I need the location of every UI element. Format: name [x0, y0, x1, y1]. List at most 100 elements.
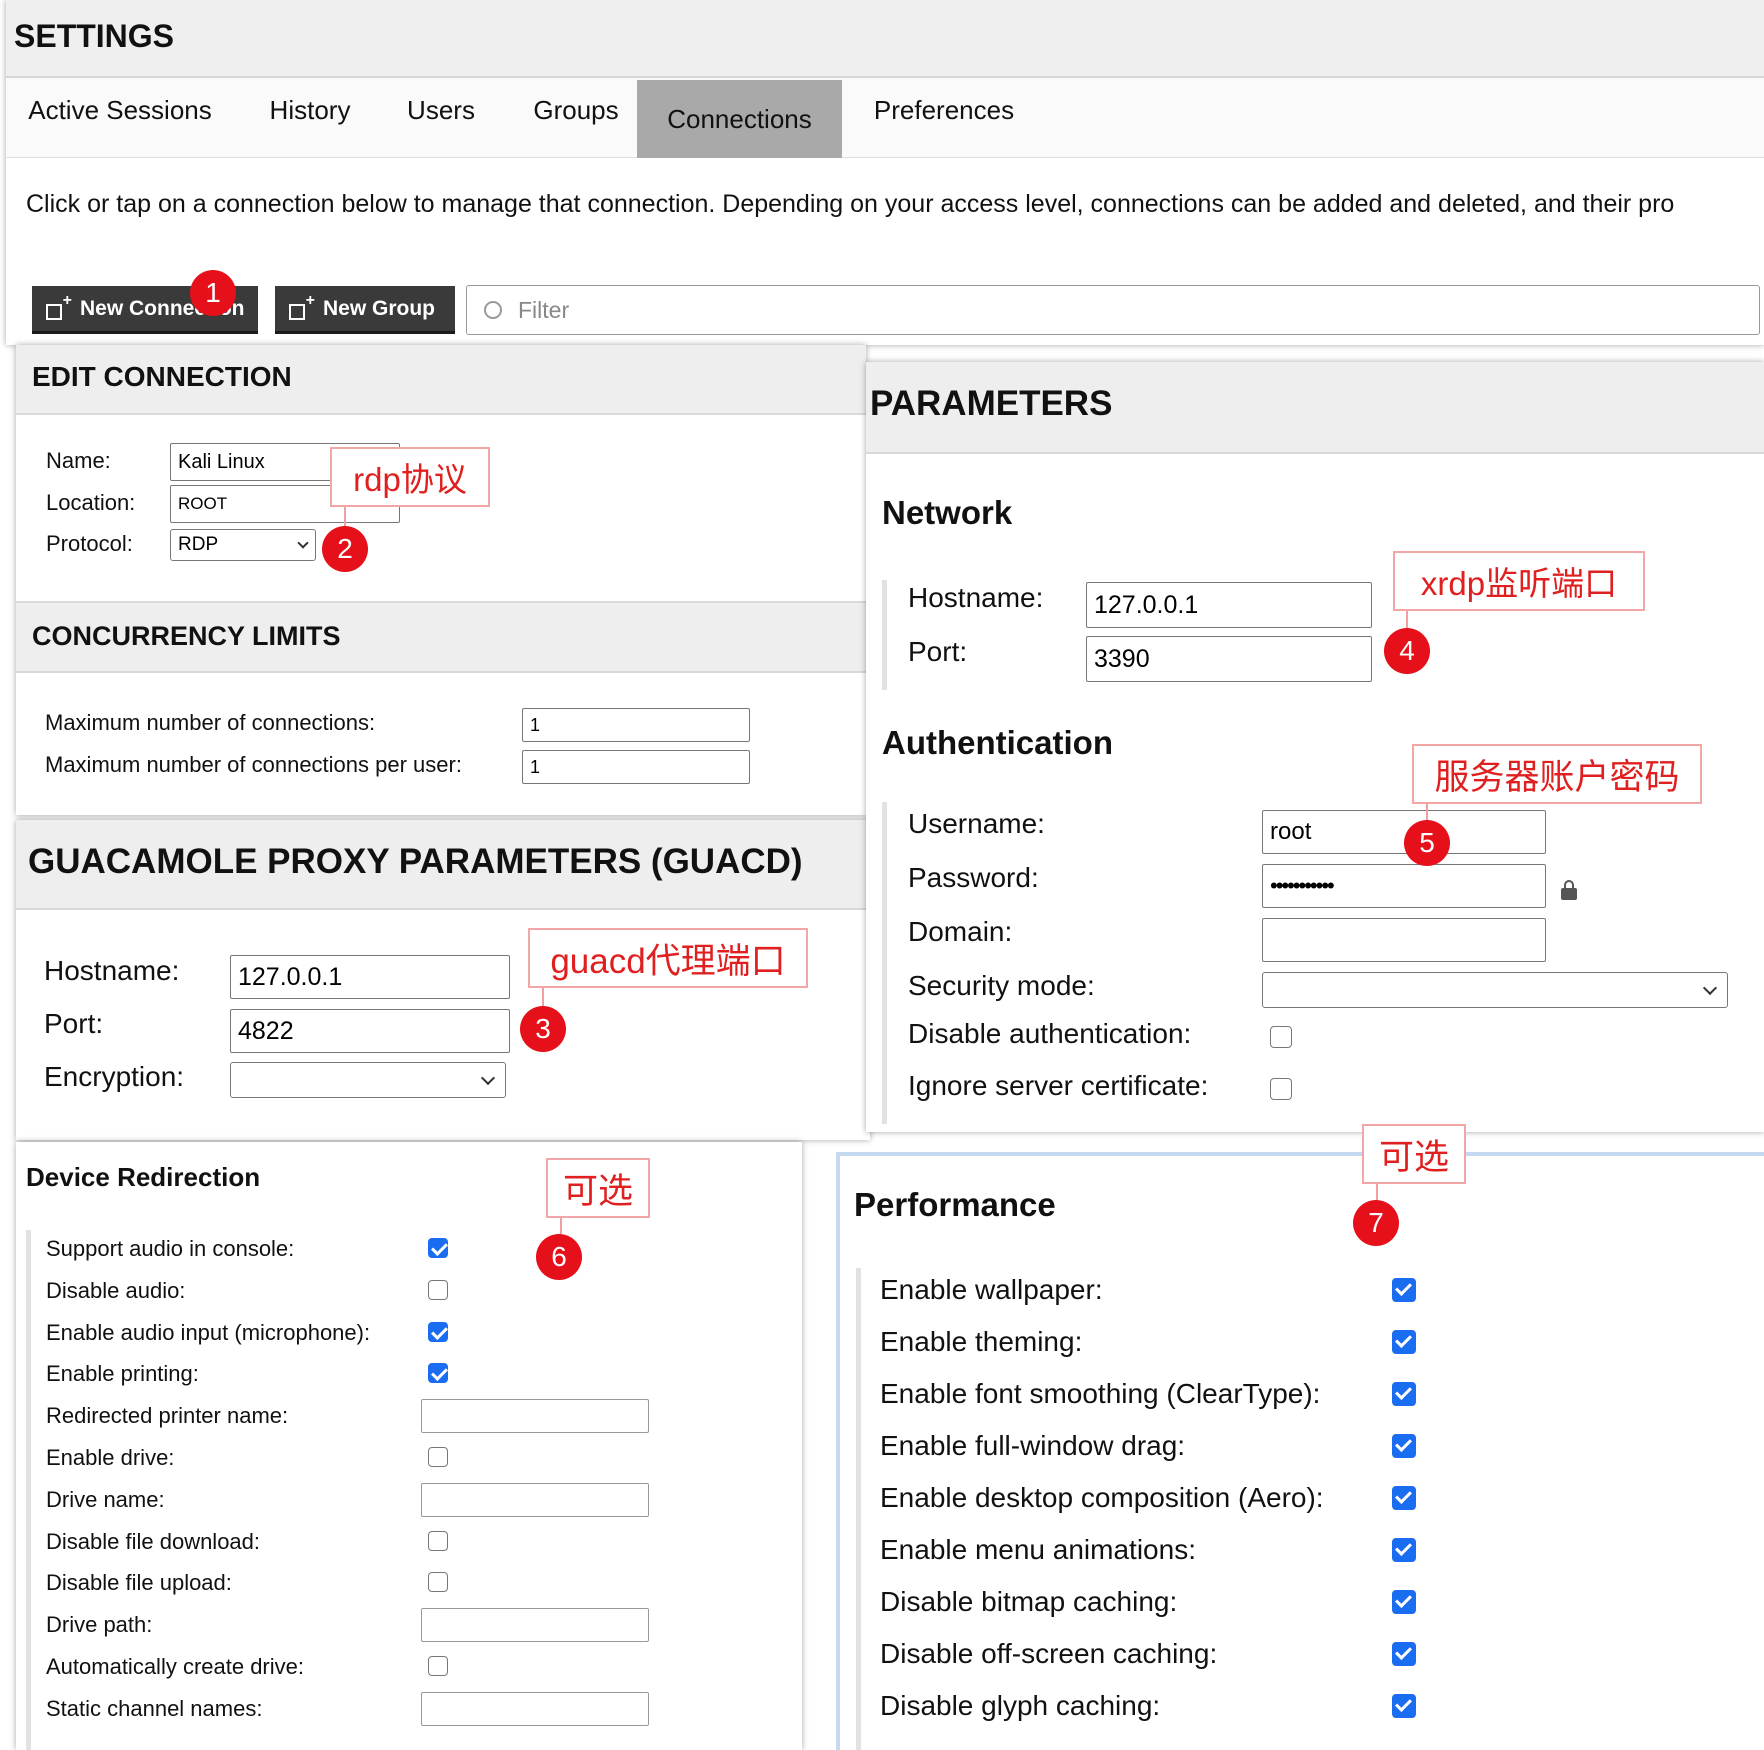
performance-title: Performance: [854, 1186, 1056, 1223]
tab-active-sessions[interactable]: Active Sessions: [20, 75, 220, 145]
tab-users[interactable]: Users: [396, 75, 486, 145]
device-option-label: Drive path:: [46, 1612, 153, 1638]
annotation-guacd-port: guacd代理端口: [528, 928, 808, 988]
device-option-label: Redirected printer name:: [46, 1403, 289, 1429]
auth-group-bar: [882, 802, 887, 1124]
annotation-badge-6: 6: [536, 1234, 582, 1280]
device-option-checkbox[interactable]: [428, 1363, 448, 1384]
annotation-xrdp-port: xrdp监听端口: [1393, 551, 1645, 611]
annotation-badge-3: 3: [520, 1006, 566, 1052]
filter-input[interactable]: Filter: [466, 285, 1760, 335]
max-connections-label: Maximum number of connections:: [45, 710, 376, 735]
guacd-header: GUACAMOLE PROXY PARAMETERS (GUACD): [16, 820, 870, 910]
port-field[interactable]: 3390: [1086, 636, 1372, 682]
settings-panel: SETTINGS Active Sessions History Users G…: [6, 0, 1764, 345]
performance-option-checkbox[interactable]: [1392, 1434, 1416, 1458]
port-label: Port:: [908, 636, 968, 667]
device-option-field[interactable]: [421, 1691, 649, 1726]
chevron-down-icon: [480, 1070, 496, 1085]
device-option-checkbox[interactable]: [428, 1572, 448, 1593]
annotation-badge-2: 2: [322, 526, 368, 572]
device-option-field[interactable]: [421, 1482, 649, 1517]
password-label: Password:: [908, 862, 1039, 893]
performance-option-label: Enable desktop composition (Aero):: [880, 1482, 1324, 1513]
performance-option-label: Enable theming:: [880, 1326, 1083, 1357]
device-option-checkbox[interactable]: [428, 1238, 448, 1258]
device-option-label: Disable file upload:: [46, 1570, 232, 1596]
tab-groups[interactable]: Groups: [521, 75, 631, 145]
device-redirection-title: Device Redirection: [26, 1162, 261, 1192]
annotation-badge-4: 4: [1384, 628, 1430, 674]
domain-field[interactable]: [1262, 918, 1546, 962]
search-icon: [484, 301, 502, 319]
max-connections-user-field[interactable]: 1: [522, 750, 750, 784]
device-option-checkbox[interactable]: [428, 1530, 448, 1551]
device-option-checkbox[interactable]: [428, 1321, 448, 1342]
new-connection-icon: [46, 292, 72, 320]
tab-connections[interactable]: Connections: [637, 80, 842, 158]
protocol-label: Protocol:: [46, 531, 133, 556]
performance-option-label: Disable bitmap caching:: [880, 1586, 1178, 1617]
location-label: Location:: [46, 490, 136, 515]
network-title: Network: [882, 494, 1013, 531]
tab-history[interactable]: History: [250, 75, 370, 145]
hostname-label: Hostname:: [908, 582, 1044, 613]
performance-option-checkbox[interactable]: [1392, 1330, 1416, 1354]
page-title: SETTINGS: [14, 18, 175, 54]
protocol-select[interactable]: RDP: [170, 529, 316, 561]
device-group-bar: [26, 1230, 31, 1750]
device-option-checkbox[interactable]: [428, 1447, 448, 1467]
name-label: Name:: [46, 448, 111, 473]
performance-option-checkbox[interactable]: [1392, 1694, 1416, 1718]
encryption-select[interactable]: [230, 1062, 506, 1098]
performance-option-label: Disable glyph caching:: [880, 1690, 1161, 1721]
domain-label: Domain:: [908, 916, 1013, 947]
device-option-label: Enable drive:: [46, 1445, 175, 1470]
new-group-button[interactable]: New Group: [275, 286, 455, 334]
hostname-field[interactable]: 127.0.0.1: [1086, 582, 1372, 628]
max-connections-field[interactable]: 1: [522, 708, 750, 742]
device-option-label: Drive name:: [46, 1486, 165, 1512]
device-option-label: Automatically create drive:: [46, 1654, 304, 1679]
device-option-checkbox[interactable]: [428, 1279, 448, 1300]
guacd-port-label: Port:: [44, 1008, 104, 1039]
annotation-badge-7: 7: [1353, 1200, 1399, 1246]
performance-option-checkbox[interactable]: [1392, 1382, 1416, 1406]
tab-preferences[interactable]: Preferences: [864, 75, 1024, 145]
lock-icon[interactable]: [1560, 880, 1578, 900]
performance-group-bar: [856, 1268, 861, 1750]
performance-option-checkbox[interactable]: [1392, 1538, 1416, 1562]
guacd-port-field[interactable]: 4822: [230, 1009, 510, 1053]
password-field[interactable]: •••••••••••: [1262, 864, 1546, 908]
device-option-label: Disable audio:: [46, 1277, 186, 1303]
performance-option-checkbox[interactable]: [1392, 1278, 1416, 1302]
chevron-down-icon: [297, 536, 309, 549]
disable-auth-checkbox[interactable]: [1270, 1026, 1292, 1048]
chevron-down-icon: [1702, 980, 1718, 995]
performance-option-label: Disable off-screen caching:: [880, 1638, 1218, 1669]
disable-auth-label: Disable authentication:: [908, 1018, 1192, 1049]
performance-option-checkbox[interactable]: [1392, 1590, 1416, 1614]
settings-header: SETTINGS: [6, 0, 1764, 78]
settings-description: Click or tap on a connection below to ma…: [26, 190, 1675, 218]
security-mode-select[interactable]: [1262, 972, 1728, 1008]
performance-option-checkbox[interactable]: [1392, 1642, 1416, 1666]
max-connections-user-label: Maximum number of connections per user:: [45, 752, 462, 777]
device-option-label: Support audio in console:: [46, 1236, 295, 1261]
annotation-badge-5: 5: [1404, 820, 1450, 866]
device-option-field[interactable]: [421, 1608, 649, 1643]
edit-connection-header: EDIT CONNECTION: [16, 345, 866, 415]
device-option-label: Enable printing:: [46, 1361, 199, 1387]
device-option-label: Static channel names:: [46, 1695, 263, 1721]
annotation-optional-7: 可选: [1362, 1124, 1466, 1184]
performance-option-checkbox[interactable]: [1392, 1486, 1416, 1510]
device-option-label: Enable audio input (microphone):: [46, 1319, 371, 1345]
device-option-field[interactable]: [421, 1399, 649, 1434]
network-group-bar: [882, 580, 887, 690]
annotation-line-6: [560, 1218, 562, 1234]
device-option-checkbox[interactable]: [428, 1656, 448, 1676]
encryption-label: Encryption:: [44, 1061, 185, 1092]
annotation-server-account: 服务器账户密码: [1412, 744, 1702, 804]
guacd-hostname-field[interactable]: 127.0.0.1: [230, 955, 510, 999]
ignore-cert-checkbox[interactable]: [1270, 1078, 1292, 1100]
